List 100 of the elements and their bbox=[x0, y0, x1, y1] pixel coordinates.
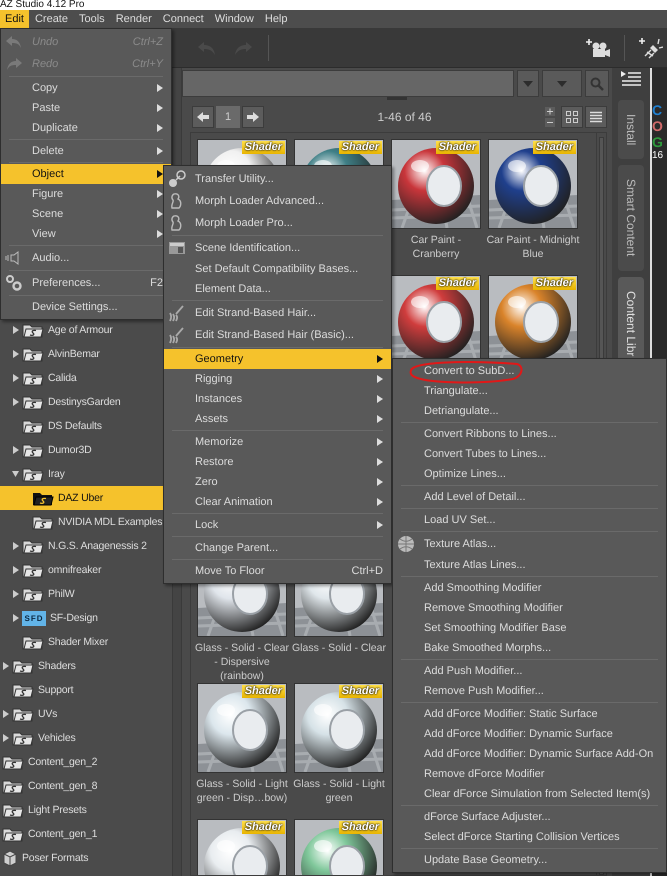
expand-arrow-icon[interactable] bbox=[12, 446, 19, 454]
folder-icon bbox=[32, 490, 54, 506]
menu-item[interactable]: Delete bbox=[1, 141, 171, 161]
spotlight-icon[interactable] bbox=[639, 36, 663, 60]
tree-item[interactable]: Shaders bbox=[0, 654, 172, 678]
menu-item[interactable]: Texture Atlas Lines... bbox=[393, 555, 666, 575]
menu-item[interactable]: Select dForce Starting Collision Vertices bbox=[393, 827, 666, 847]
expand-arrow-icon[interactable] bbox=[12, 374, 19, 382]
menu-item[interactable]: Bake Smoothed Morphs... bbox=[393, 638, 666, 658]
menu-item[interactable]: Object bbox=[1, 164, 171, 184]
type-tag: Shader bbox=[242, 821, 285, 834]
camera-icon[interactable] bbox=[586, 36, 610, 58]
menu-item[interactable]: Texture Atlas... bbox=[393, 533, 666, 555]
grid-view-button[interactable] bbox=[561, 106, 583, 128]
menu-bar-item[interactable]: Tools bbox=[74, 10, 110, 28]
menu-item[interactable]: Convert Tubes to Lines... bbox=[393, 444, 666, 464]
tree-item[interactable]: PhilW bbox=[0, 582, 172, 606]
menu-item[interactable]: Detriangulate... bbox=[393, 401, 666, 421]
menu-item[interactable]: Morph Loader Pro... bbox=[164, 212, 391, 234]
tree-item[interactable]: Content_gen_8 bbox=[0, 774, 172, 798]
menu-item[interactable]: Set Smoothing Modifier Base bbox=[393, 618, 666, 638]
menu-item[interactable]: Add dForce Modifier: Dynamic Surface Add-On bbox=[393, 744, 666, 764]
side-tab[interactable]: Install bbox=[618, 100, 644, 160]
type-tag: Shader bbox=[436, 141, 479, 154]
gears-icon bbox=[5, 274, 23, 292]
menu-bar-item[interactable]: Connect bbox=[158, 10, 209, 28]
previous-page-button[interactable] bbox=[192, 106, 214, 128]
tree-item[interactable]: Vehicles bbox=[0, 726, 172, 750]
tile-label: Glass - Solid - Light green - Disp…bow) bbox=[195, 777, 289, 805]
panel-menu-icon[interactable] bbox=[620, 70, 642, 86]
id-card-icon bbox=[168, 239, 186, 257]
expand-arrow-icon[interactable] bbox=[12, 590, 19, 598]
menu-item[interactable]: Convert Ribbons to Lines... bbox=[393, 424, 666, 444]
expand-arrow-icon[interactable] bbox=[12, 326, 19, 334]
zoom-out-icon[interactable] bbox=[545, 118, 555, 127]
logo-badge: SFD bbox=[22, 610, 46, 626]
menu-item[interactable]: Remove Smoothing Modifier bbox=[393, 598, 666, 618]
menu-item[interactable]: Add dForce Modifier: Static Surface bbox=[393, 704, 666, 724]
expand-arrow-icon[interactable] bbox=[12, 350, 19, 358]
folder-icon bbox=[22, 442, 44, 458]
tree-item[interactable]: Content_gen_2 bbox=[0, 750, 172, 774]
type-tag: Shader bbox=[532, 141, 576, 154]
type-tag: Shader bbox=[338, 141, 382, 154]
menu-bar-item[interactable]: Render bbox=[110, 10, 157, 28]
tile-label: Car Paint - Midnight Blue bbox=[486, 233, 580, 261]
menu-item[interactable]: dForce Surface Adjuster... bbox=[393, 807, 666, 827]
folder-icon bbox=[22, 394, 44, 410]
menu-item[interactable]: Load UV Set... bbox=[393, 510, 666, 530]
folder-icon bbox=[22, 586, 44, 602]
menu-item[interactable]: Remove Push Modifier... bbox=[393, 681, 666, 701]
page-number-field[interactable]: 1 bbox=[216, 106, 240, 128]
tree-item[interactable]: Light Presets bbox=[0, 798, 172, 822]
menu-item[interactable]: Duplicate bbox=[1, 118, 171, 138]
tree-item[interactable]: Support bbox=[0, 678, 172, 702]
expand-arrow-icon[interactable] bbox=[12, 398, 19, 406]
tile-label: Glass - Solid - Light green bbox=[292, 777, 386, 805]
folder-icon bbox=[32, 514, 54, 530]
expand-arrow-icon[interactable] bbox=[12, 566, 19, 574]
menu-item[interactable]: Optimize Lines... bbox=[393, 464, 666, 484]
menu-item[interactable]: Remove dForce Modifier bbox=[393, 764, 666, 784]
tree-item[interactable]: SFD SF-Design bbox=[0, 606, 172, 630]
tree-item[interactable]: UVs bbox=[0, 702, 172, 726]
zoom-in-icon[interactable] bbox=[545, 107, 555, 116]
expand-arrow-icon[interactable] bbox=[2, 662, 9, 670]
folder-icon bbox=[22, 346, 44, 362]
tree-item[interactable]: Poser Formats bbox=[0, 846, 172, 870]
search-field[interactable] bbox=[182, 70, 514, 97]
tree-item[interactable]: Shader Mixer bbox=[0, 630, 172, 654]
expand-arrow-icon[interactable] bbox=[2, 710, 9, 718]
menu-item[interactable]: Add Push Modifier... bbox=[393, 661, 666, 681]
menu-item[interactable]: Morph Loader Advanced... bbox=[164, 190, 391, 212]
folder-icon bbox=[2, 802, 24, 818]
folder-icon bbox=[12, 730, 34, 746]
menu-item[interactable]: Add Level of Detail... bbox=[393, 487, 666, 507]
menu-bar-item[interactable]: Create bbox=[30, 10, 73, 28]
collapse-arrow-icon[interactable] bbox=[12, 470, 19, 478]
folder-icon bbox=[22, 418, 44, 434]
folder-icon bbox=[22, 634, 44, 650]
menu-bar-item[interactable]: Window bbox=[210, 10, 259, 28]
menu-item[interactable]: Add Smoothing Modifier bbox=[393, 578, 666, 598]
tile-label: Car Paint - Cranberry bbox=[410, 233, 462, 261]
side-tab[interactable]: Smart Content bbox=[618, 165, 644, 271]
expand-arrow-icon[interactable] bbox=[12, 614, 19, 622]
folder-icon bbox=[12, 658, 34, 674]
list-view-button[interactable] bbox=[585, 106, 607, 128]
menu-bar-item[interactable]: Edit bbox=[0, 10, 29, 28]
menu-item[interactable]: Geometry bbox=[164, 349, 391, 369]
tree-item[interactable]: Content_gen_1 bbox=[0, 822, 172, 846]
menu-item[interactable]: Clear dForce Simulation from Selected Item(s) bbox=[393, 784, 666, 804]
next-page-button[interactable] bbox=[242, 106, 264, 128]
menu-item[interactable]: Add dForce Modifier: Dynamic Surface bbox=[393, 724, 666, 744]
menu-item[interactable]: Triangulate... bbox=[393, 381, 666, 401]
menu-item[interactable]: Update Base Geometry... bbox=[393, 850, 666, 870]
expand-arrow-icon[interactable] bbox=[2, 734, 9, 742]
expand-arrow-icon[interactable] bbox=[12, 542, 19, 550]
menu-bar-item[interactable]: Help bbox=[260, 10, 292, 28]
folder-icon bbox=[12, 682, 34, 698]
menu-item[interactable]: Copy bbox=[1, 78, 171, 98]
menu-item[interactable]: Paste bbox=[1, 98, 171, 118]
folder-icon bbox=[2, 754, 24, 770]
